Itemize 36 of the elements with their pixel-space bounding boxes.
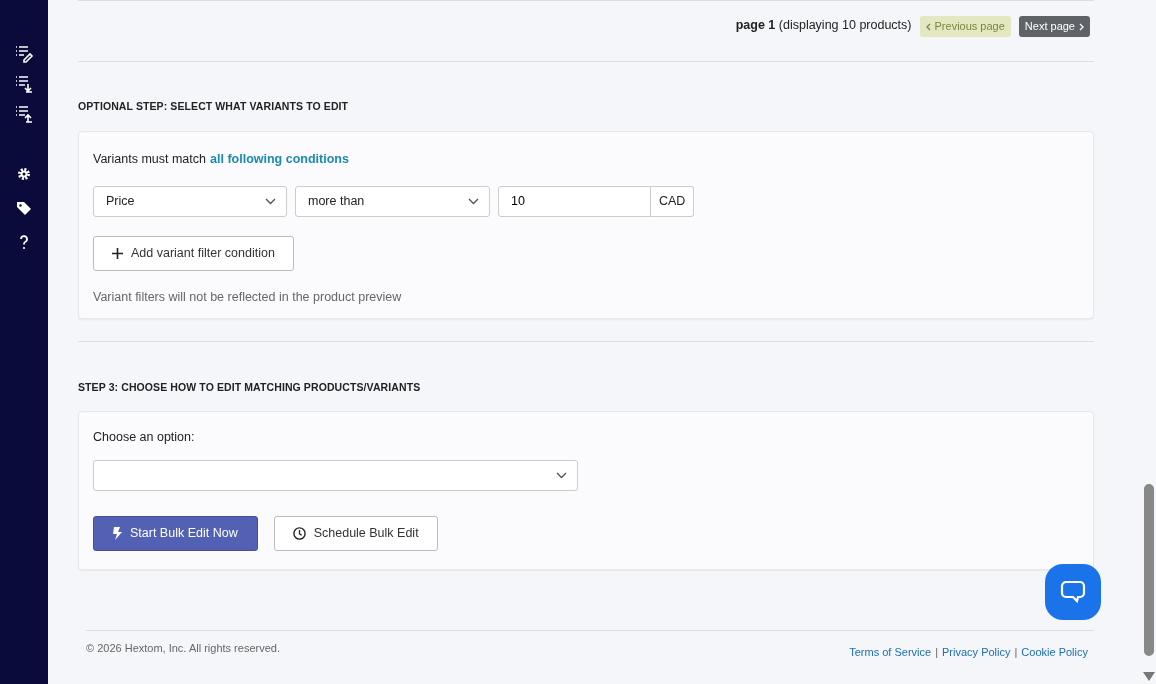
chevron-down-icon — [556, 472, 567, 480]
conditions-link[interactable]: all following conditions — [210, 149, 349, 169]
lightning-icon — [113, 527, 122, 541]
filter-note: Variant filters will not be reflected in the product preview — [93, 288, 403, 306]
link-separator: | — [1014, 644, 1018, 660]
chat-bubble-icon — [1060, 580, 1086, 604]
chat-button[interactable] — [1045, 564, 1101, 620]
section-title: STEP 3: CHOOSE HOW TO EDIT MATCHING PRODUCTS/VARIANTS — [78, 379, 422, 395]
footer-link[interactable]: Privacy Policy — [942, 643, 1011, 660]
footer-link[interactable]: Terms of Service — [849, 643, 932, 660]
add-condition-button[interactable]: Add variant filter condition — [93, 235, 294, 271]
copyright-text: © 2026 Hextom, Inc. All rights reserved. — [86, 640, 280, 656]
edit-list-icon[interactable] — [14, 44, 34, 64]
schedule-bulk-edit-button[interactable]: Schedule Bulk Edit — [273, 516, 438, 552]
scrollbar-thumb[interactable] — [1144, 484, 1154, 656]
section-title: OPTIONAL STEP: SELECT WHAT VARIANTS TO EDIT — [78, 99, 350, 114]
link-separator: | — [935, 644, 939, 660]
value-input[interactable]: 10 — [498, 185, 651, 217]
clock-icon — [292, 527, 306, 541]
field-select[interactable]: Price — [93, 185, 287, 217]
chevron-down-icon — [265, 197, 276, 205]
scroll-down-icon[interactable] — [1143, 672, 1155, 681]
import-list-icon[interactable] — [14, 74, 34, 94]
start-bulk-edit-button[interactable]: Start Bulk Edit Now — [93, 516, 258, 552]
export-list-icon[interactable] — [14, 104, 34, 124]
chevron-down-icon — [468, 197, 479, 205]
chevron-right-icon — [1079, 22, 1084, 31]
plus-icon — [112, 247, 123, 259]
chevron-left-icon — [925, 22, 931, 31]
conditions-label: Variants must match — [93, 150, 206, 168]
footer-link[interactable]: Cookie Policy — [1021, 643, 1088, 660]
option-label: Choose an option: — [93, 428, 196, 446]
next-page-button[interactable]: Next page — [1018, 16, 1090, 37]
currency-addon: CAD — [651, 185, 695, 217]
pagination-info: page 1 (displaying 10 products) — [735, 17, 912, 34]
operator-select[interactable]: more than — [295, 185, 490, 217]
